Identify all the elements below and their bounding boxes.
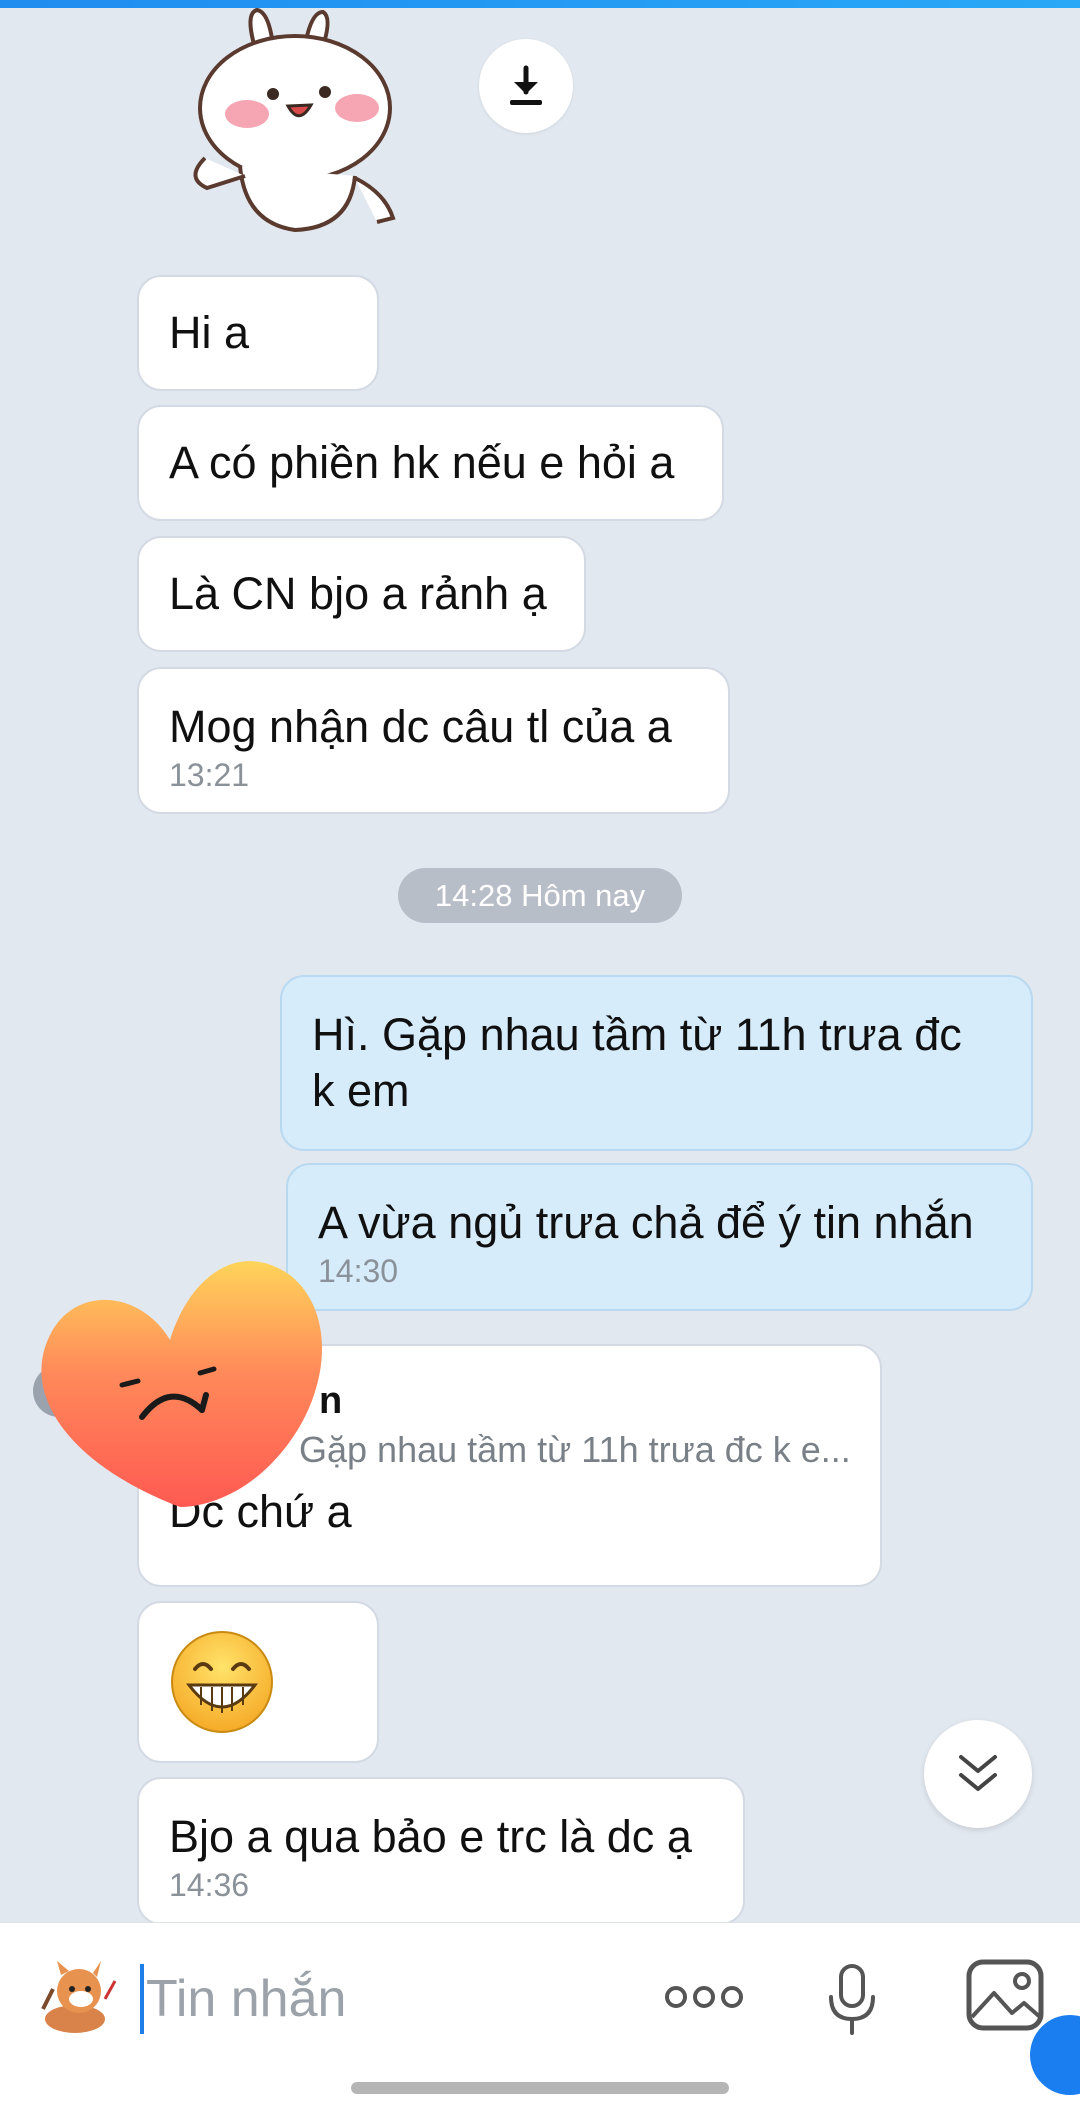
text-caret bbox=[140, 1964, 144, 2034]
scroll-to-bottom-button[interactable] bbox=[924, 1720, 1032, 1828]
message-time: 14:36 bbox=[169, 1867, 250, 1903]
message-text: Bjo a qua bảo e trc là dc ạ bbox=[169, 1811, 692, 1862]
heart-sticker-overlay bbox=[41, 1261, 323, 1507]
date-divider: 14:28 Hôm nay bbox=[398, 868, 682, 923]
message-line: Hì. Gặp nhau tầm từ 11h trưa đc bbox=[312, 1009, 962, 1060]
incoming-message[interactable]: Hi a bbox=[137, 275, 379, 391]
image-icon[interactable] bbox=[966, 1959, 1044, 2031]
home-indicator[interactable] bbox=[351, 2082, 729, 2094]
incoming-message[interactable]: Bjo a qua bảo e trc là dc ạ 14:36 bbox=[137, 1777, 745, 1925]
rabbit-sticker[interactable] bbox=[185, 8, 410, 233]
download-icon bbox=[510, 65, 542, 105]
message-time: 14:30 bbox=[318, 1253, 399, 1289]
reply-sender-name: n bbox=[319, 1380, 343, 1422]
outgoing-message[interactable]: A vừa ngủ trưa chả để ý tin nhắn 14:30 bbox=[286, 1163, 1033, 1311]
incoming-message[interactable]: Là CN bjo a rảnh ạ bbox=[137, 536, 586, 652]
grinning-emoji-icon bbox=[171, 1631, 273, 1733]
message-line: k em bbox=[312, 1065, 410, 1116]
message-text: Mog nhận dc câu tl của a bbox=[169, 701, 672, 752]
chevron-double-down-icon bbox=[959, 1755, 997, 1791]
more-icon[interactable] bbox=[664, 1983, 744, 2011]
incoming-message[interactable]: Mog nhận dc câu tl của a 13:21 bbox=[137, 667, 730, 814]
sticker-icon[interactable] bbox=[35, 1959, 117, 2037]
incoming-message[interactable]: A có phiền hk nếu e hỏi a bbox=[137, 405, 724, 521]
outgoing-message[interactable]: Hì. Gặp nhau tầm từ 11h trưa đc k em bbox=[280, 975, 1033, 1151]
message-text: A vừa ngủ trưa chả để ý tin nhắn bbox=[318, 1197, 974, 1248]
message-input[interactable]: Tin nhắn bbox=[140, 1961, 620, 2037]
emoji-message[interactable] bbox=[137, 1601, 379, 1763]
reply-quote-text: Gặp nhau tầm từ 11h trưa đc k e... bbox=[299, 1429, 851, 1470]
microphone-icon[interactable] bbox=[826, 1963, 878, 2037]
message-time: 13:21 bbox=[169, 757, 250, 793]
download-button[interactable] bbox=[479, 39, 573, 133]
top-accent-bar bbox=[0, 0, 1080, 8]
